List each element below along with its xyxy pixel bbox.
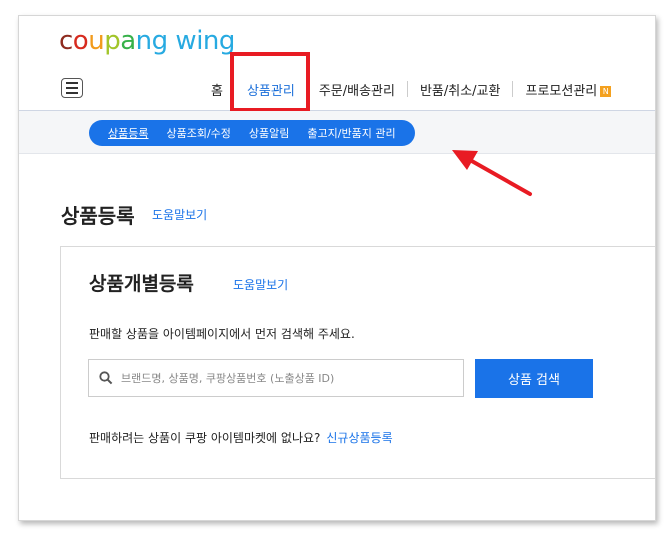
logo-letter: w [175,26,197,56]
logo-letter: n [135,26,152,56]
logo-letter: n [202,26,219,56]
nav-item-returns[interactable]: 반품/취소/교환 [408,80,513,99]
sub-nav-bar: 상품등록 상품조회/수정 상품알림 출고지/반품지 관리 [19,111,655,154]
logo-letter [168,26,176,56]
search-icon [99,371,113,385]
top-nav: 홈 상품관리 주문/배송관리 반품/취소/교환 프로모션관리 N [19,68,655,111]
subnav-item-shipping-address[interactable]: 출고지/반품지 관리 [298,125,404,141]
new-badge: N [600,85,612,97]
sub-nav-pill: 상품등록 상품조회/수정 상품알림 출고지/반품지 관리 [89,120,415,146]
product-register-card: 상품개별등록 도움말보기 판매할 상품을 아이템페이지에서 먼저 검색해 주세요… [60,246,655,479]
logo-letter: u [88,26,105,56]
logo-letter: o [72,26,89,56]
search-input[interactable] [121,360,451,396]
card-help-link[interactable]: 도움말보기 [233,276,288,293]
subnav-item-product-alert[interactable]: 상품알림 [240,125,298,141]
logo-letter: g [151,26,169,56]
page-title: 상품등록 [61,204,135,228]
new-product-prompt: 판매하려는 상품이 쿠팡 아이템마켓에 없나요? 신규상품등록 [89,429,393,446]
logo-letter: c [59,26,73,56]
browser-frame: coupang wing 홈 상품관리 주문/배송관리 반품/취소/교환 프로모… [18,15,656,521]
logo-letter: a [120,26,136,56]
page-help-link[interactable]: 도움말보기 [152,206,207,223]
coupang-wing-logo[interactable]: coupang wing [59,26,235,56]
hamburger-icon[interactable] [61,78,83,98]
search-box [88,359,464,397]
search-description: 판매할 상품을 아이템페이지에서 먼저 검색해 주세요. [89,327,355,341]
subnav-item-product-edit[interactable]: 상품조회/수정 [157,125,239,141]
highlight-box [230,52,310,112]
card-title: 상품개별등록 [89,273,194,295]
nav-item-promotion[interactable]: 프로모션관리 N [513,80,623,99]
new-product-register-link[interactable]: 신규상품등록 [326,431,392,445]
nav-item-orders[interactable]: 주문/배송관리 [307,80,407,99]
subnav-item-product-register[interactable]: 상품등록 [99,125,157,141]
product-search-button[interactable]: 상품 검색 [475,359,593,398]
logo-letter: i [196,26,203,56]
logo-letter: p [104,26,121,56]
nav-item-promotion-label: 프로모션관리 [525,83,598,99]
new-product-question: 판매하려는 상품이 쿠팡 아이템마켓에 없나요? [89,431,321,445]
